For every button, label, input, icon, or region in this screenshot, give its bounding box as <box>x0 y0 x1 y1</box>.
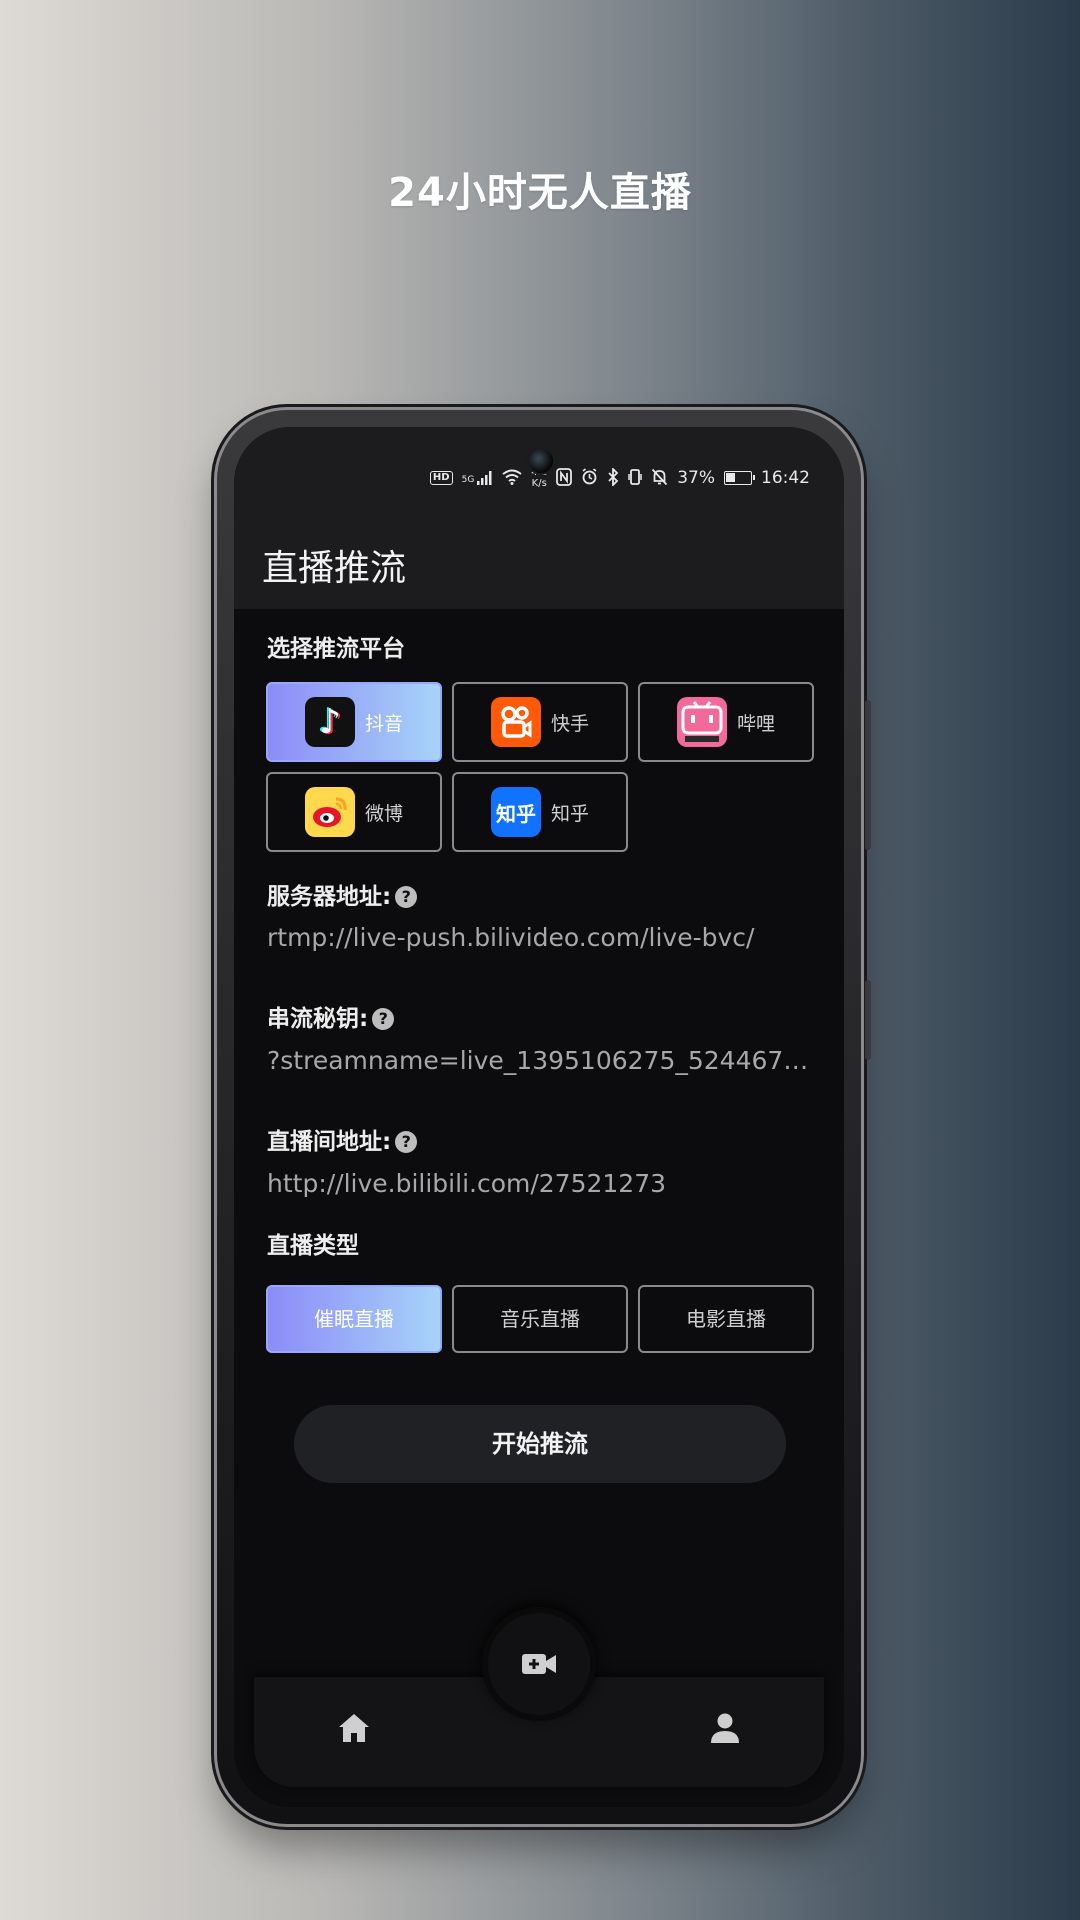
wifi-icon <box>502 469 522 488</box>
stream-key-value[interactable]: ?streamname=live_1395106275_52446775&key… <box>267 1046 817 1075</box>
server-label-row: 服务器地址:? <box>267 877 418 911</box>
platform-zhihu[interactable]: 知乎 知乎 <box>452 772 628 852</box>
battery-percent: 37% <box>677 468 715 488</box>
room-url-label-row: 直播间地址:? <box>267 1122 418 1156</box>
signal-icon: 5G <box>462 471 494 485</box>
room-url-help-icon[interactable]: ? <box>395 1131 418 1153</box>
app-bar: 直播推流 <box>234 517 844 609</box>
platform-label: 抖音 <box>364 712 403 735</box>
nav-live-button[interactable] <box>482 1607 596 1721</box>
stream-key-help-icon[interactable]: ? <box>372 1008 395 1030</box>
server-label: 服务器地址: <box>267 884 392 910</box>
bluetooth-icon <box>607 466 619 489</box>
platform-label: 快手 <box>550 712 589 735</box>
phone-frame: HD 5G 4.2 K/s <box>217 410 871 1824</box>
home-icon <box>339 1714 369 1742</box>
page-title: 直播推流 <box>262 548 407 589</box>
stream-key-label-row: 串流秘钥:? <box>267 999 395 1033</box>
server-address-value[interactable]: rtmp://live-push.bilivideo.com/live-bvc/ <box>267 923 817 952</box>
video-add-icon <box>522 1654 556 1674</box>
volume-button <box>865 700 871 850</box>
bilibili-logo-icon <box>676 697 727 747</box>
start-push-button[interactable]: 开始推流 <box>294 1405 786 1483</box>
live-type-label: 直播类型 <box>267 1233 359 1259</box>
battery-icon <box>724 471 755 485</box>
front-camera <box>527 447 555 475</box>
platform-weibo[interactable]: 微博 <box>266 772 442 852</box>
live-type-movie[interactable]: 电影直播 <box>638 1285 814 1353</box>
clock: 16:42 <box>761 468 810 488</box>
server-help-icon[interactable]: ? <box>395 886 418 908</box>
platform-label: 哔哩 <box>736 712 775 735</box>
room-url-label: 直播间地址: <box>267 1129 392 1155</box>
phone-screen: HD 5G 4.2 K/s <box>234 427 844 1807</box>
platform-label: 微博 <box>364 802 403 825</box>
promo-headline: 24小时无人直播 <box>388 170 692 216</box>
live-type-music[interactable]: 音乐直播 <box>452 1285 628 1353</box>
weibo-logo-icon <box>304 787 355 837</box>
net-speed-unit: K/s <box>531 478 547 489</box>
power-button <box>865 980 871 1060</box>
kuaishou-logo-icon <box>490 697 541 747</box>
zhihu-logo-icon: 知乎 <box>490 787 541 837</box>
profile-icon <box>711 1713 739 1743</box>
mute-bell-icon <box>651 468 668 489</box>
nav-profile-button[interactable] <box>709 1712 741 1748</box>
platform-kuaishou[interactable]: 快手 <box>452 682 628 762</box>
douyin-logo-icon: ♪ <box>304 697 355 747</box>
stream-key-label: 串流秘钥: <box>267 1006 369 1032</box>
alarm-icon <box>581 468 598 488</box>
room-url-value[interactable]: http://live.bilibili.com/27521273 <box>267 1169 817 1198</box>
nfc-icon <box>556 467 573 489</box>
live-type-hypnosis[interactable]: 催眠直播 <box>266 1285 442 1353</box>
vibrate-icon <box>628 468 642 489</box>
nav-home-button[interactable] <box>337 1712 371 1748</box>
platform-label: 知乎 <box>550 802 589 825</box>
platform-douyin[interactable]: ♪ 抖音 <box>266 682 442 762</box>
signal-label: 5G <box>461 475 475 485</box>
platform-section-label: 选择推流平台 <box>267 636 405 662</box>
platform-bilibili[interactable]: 哔哩 <box>638 682 814 762</box>
hd-icon: HD <box>429 471 453 485</box>
